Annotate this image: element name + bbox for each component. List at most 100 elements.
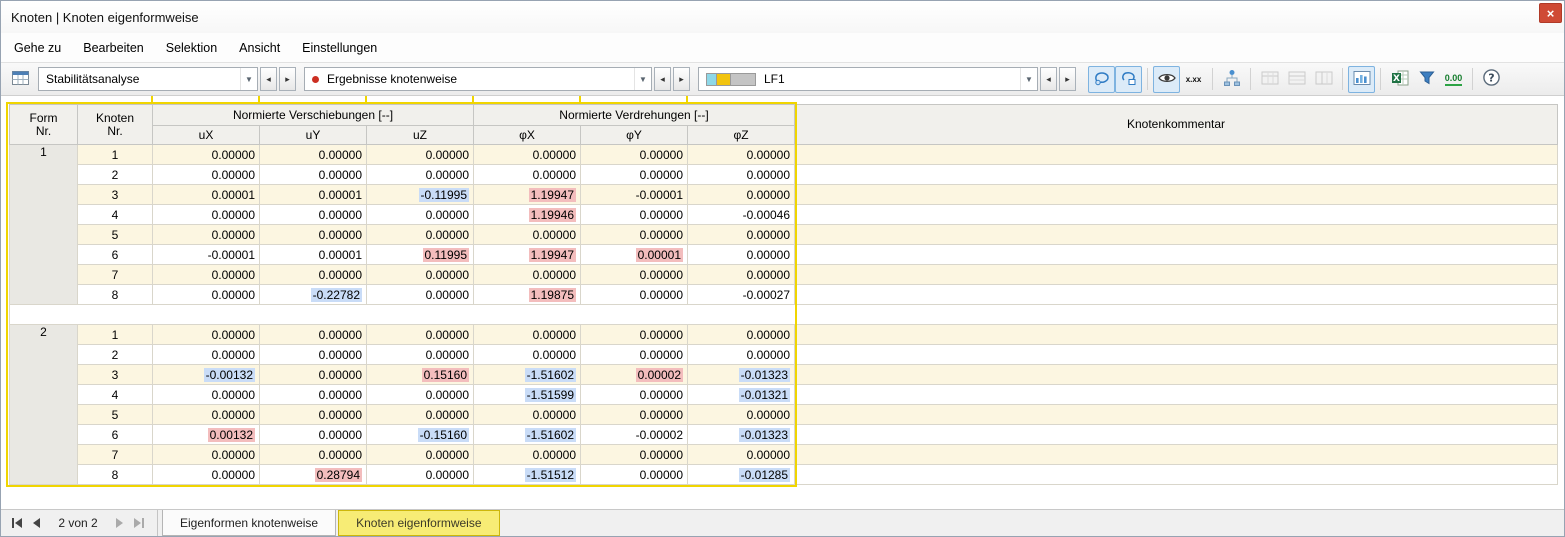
loadcase-next-button[interactable]: ▸ — [1059, 67, 1076, 91]
value-cell[interactable]: 0.00001 — [259, 184, 367, 205]
previous-page-button[interactable] — [27, 514, 47, 533]
value-cell[interactable]: 0.00000 — [686, 224, 796, 245]
comment-cell[interactable] — [794, 384, 1558, 405]
comment-cell[interactable] — [794, 284, 1558, 305]
value-cell[interactable]: -1.51602 — [473, 424, 581, 445]
value-cell[interactable]: -0.01323 — [686, 364, 796, 385]
value-cell[interactable]: -1.51512 — [473, 464, 581, 485]
value-cell[interactable]: 0.00000 — [259, 204, 367, 225]
value-cell[interactable]: 0.00000 — [259, 144, 367, 165]
value-cell[interactable]: -1.51602 — [473, 364, 581, 385]
node-number-cell[interactable]: 8 — [77, 284, 153, 305]
node-number-cell[interactable]: 3 — [77, 184, 153, 205]
value-cell[interactable]: 0.00000 — [580, 164, 688, 185]
decimal-places-button[interactable]: x.xx — [1180, 66, 1207, 93]
show-chart-panel-button[interactable] — [1348, 65, 1375, 93]
show-result-values-button[interactable] — [1153, 65, 1180, 93]
node-number-cell[interactable]: 6 — [77, 244, 153, 265]
table-view-3-button[interactable] — [1310, 66, 1337, 93]
value-cell[interactable]: -0.22782 — [259, 284, 367, 305]
value-cell[interactable]: 0.00000 — [366, 224, 474, 245]
value-cell[interactable]: 1.19946 — [473, 204, 581, 225]
hide-zero-values-button[interactable]: 0.00 — [1440, 66, 1467, 93]
value-cell[interactable]: 0.00000 — [686, 184, 796, 205]
value-cell[interactable]: 1.19947 — [473, 184, 581, 205]
comment-cell[interactable] — [794, 364, 1558, 385]
node-number-cell[interactable]: 5 — [77, 224, 153, 245]
value-cell[interactable]: 0.00000 — [152, 324, 260, 345]
menu-selektion[interactable]: Selektion — [155, 36, 228, 60]
select-in-graphic-button[interactable] — [1088, 65, 1115, 93]
value-cell[interactable]: 0.00000 — [366, 444, 474, 465]
loadcase-select[interactable]: LF1 ▼ — [698, 67, 1038, 91]
value-cell[interactable]: 0.00000 — [686, 324, 796, 345]
value-cell[interactable]: 0.00000 — [473, 444, 581, 465]
node-number-cell[interactable]: 7 — [77, 444, 153, 465]
value-cell[interactable]: -0.15160 — [366, 424, 474, 445]
value-cell[interactable]: 0.00001 — [259, 244, 367, 265]
value-cell[interactable]: 0.00000 — [686, 264, 796, 285]
value-cell[interactable]: -0.00001 — [152, 244, 260, 265]
results-prev-button[interactable]: ◂ — [654, 67, 671, 91]
menu-einstellungen[interactable]: Einstellungen — [291, 36, 388, 60]
value-cell[interactable]: 0.00000 — [473, 164, 581, 185]
value-cell[interactable]: 0.00000 — [473, 224, 581, 245]
value-cell[interactable]: 0.00001 — [152, 184, 260, 205]
comment-cell[interactable] — [794, 404, 1558, 425]
value-cell[interactable]: -0.01323 — [686, 424, 796, 445]
last-page-button[interactable] — [129, 514, 149, 533]
value-cell[interactable]: 0.00000 — [366, 264, 474, 285]
value-cell[interactable]: 0.00000 — [473, 324, 581, 345]
export-excel-button[interactable]: X — [1386, 66, 1413, 93]
value-cell[interactable]: 0.00000 — [259, 344, 367, 365]
results-next-button[interactable]: ▸ — [673, 67, 690, 91]
comment-cell[interactable] — [794, 264, 1558, 285]
value-cell[interactable]: 0.00000 — [366, 164, 474, 185]
node-number-cell[interactable]: 4 — [77, 204, 153, 225]
form-number-cell[interactable]: 2 — [9, 324, 78, 485]
value-cell[interactable]: 0.00000 — [152, 164, 260, 185]
value-cell[interactable]: 0.00132 — [152, 424, 260, 445]
value-cell[interactable]: 0.00000 — [259, 324, 367, 345]
menu-gehe-zu[interactable]: Gehe zu — [3, 36, 72, 60]
value-cell[interactable]: 0.00000 — [152, 404, 260, 425]
value-cell[interactable]: 0.00000 — [366, 284, 474, 305]
node-number-cell[interactable]: 2 — [77, 164, 153, 185]
loadcase-prev-button[interactable]: ◂ — [1040, 67, 1057, 91]
comment-cell[interactable] — [794, 184, 1558, 205]
node-number-cell[interactable]: 5 — [77, 404, 153, 425]
menu-bearbeiten[interactable]: Bearbeiten — [72, 36, 154, 60]
value-cell[interactable]: 0.00002 — [580, 364, 688, 385]
value-cell[interactable]: 0.00000 — [259, 264, 367, 285]
table-view-1-button[interactable] — [1256, 66, 1283, 93]
menu-ansicht[interactable]: Ansicht — [228, 36, 291, 60]
value-cell[interactable]: 0.00000 — [580, 284, 688, 305]
value-cell[interactable]: 0.00000 — [259, 224, 367, 245]
comment-cell[interactable] — [794, 324, 1558, 345]
close-button[interactable]: × — [1539, 3, 1562, 23]
node-number-cell[interactable]: 2 — [77, 344, 153, 365]
value-cell[interactable]: 0.00000 — [686, 344, 796, 365]
value-cell[interactable]: 0.00000 — [473, 344, 581, 365]
value-cell[interactable]: 0.00000 — [152, 284, 260, 305]
value-cell[interactable]: 0.00000 — [259, 364, 367, 385]
value-cell[interactable]: -0.00002 — [580, 424, 688, 445]
value-cell[interactable]: -0.11995 — [366, 184, 474, 205]
comment-cell[interactable] — [794, 244, 1558, 265]
value-cell[interactable]: -0.01285 — [686, 464, 796, 485]
value-cell[interactable]: 0.00000 — [259, 404, 367, 425]
value-cell[interactable]: -0.00001 — [580, 184, 688, 205]
comment-cell[interactable] — [794, 424, 1558, 445]
comment-cell[interactable] — [794, 344, 1558, 365]
comment-cell[interactable] — [794, 464, 1558, 485]
analysis-next-button[interactable]: ▸ — [279, 67, 296, 91]
value-cell[interactable]: -0.00027 — [686, 284, 796, 305]
value-cell[interactable]: 0.00000 — [366, 204, 474, 225]
value-cell[interactable]: 0.00000 — [580, 224, 688, 245]
value-cell[interactable]: 0.00000 — [366, 464, 474, 485]
value-cell[interactable]: 0.00000 — [366, 384, 474, 405]
value-cell[interactable]: 0.00000 — [152, 144, 260, 165]
node-number-cell[interactable]: 7 — [77, 264, 153, 285]
analysis-type-select[interactable]: Stabilitätsanalyse ▼ — [38, 67, 258, 91]
help-button[interactable]: ? — [1478, 66, 1505, 93]
